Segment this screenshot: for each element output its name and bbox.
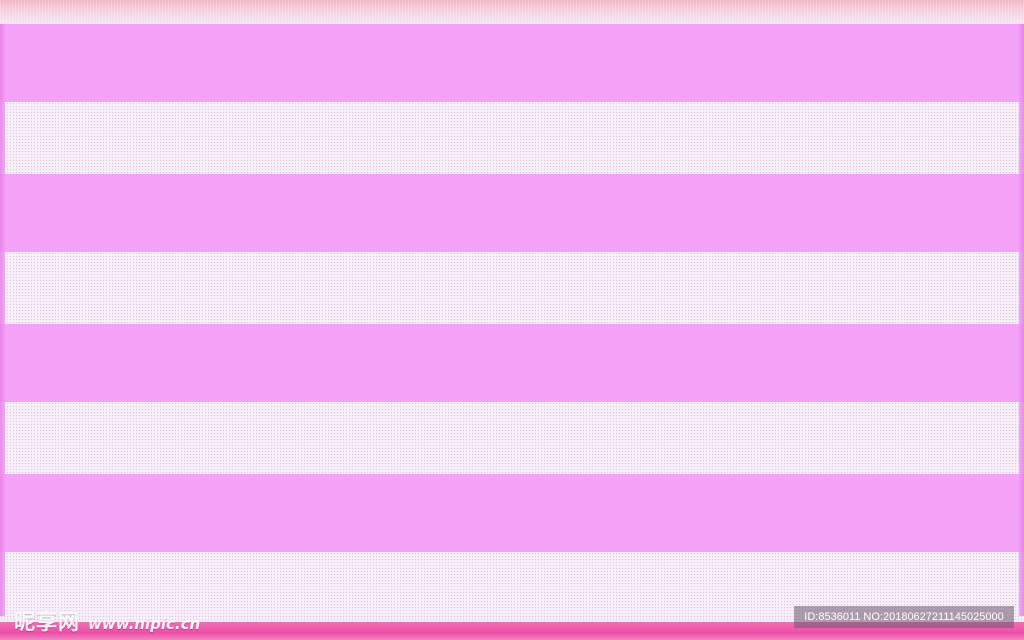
pink-stripe [0,24,1024,102]
pink-stripe [0,324,1024,402]
light-stripe [0,102,1024,174]
light-stripe [0,252,1024,324]
light-stripe [0,402,1024,474]
left-edge-highlight [0,24,5,616]
pink-stripe [0,474,1024,552]
striped-background: 昵享网 www.nipic.cn ID:8536011 NO:201806272… [0,0,1024,640]
top-band [0,0,1024,24]
image-id-label: ID:8536011 NO:20180627211145025000 [794,606,1014,628]
right-edge-highlight [1019,24,1024,616]
pink-stripe [0,174,1024,252]
